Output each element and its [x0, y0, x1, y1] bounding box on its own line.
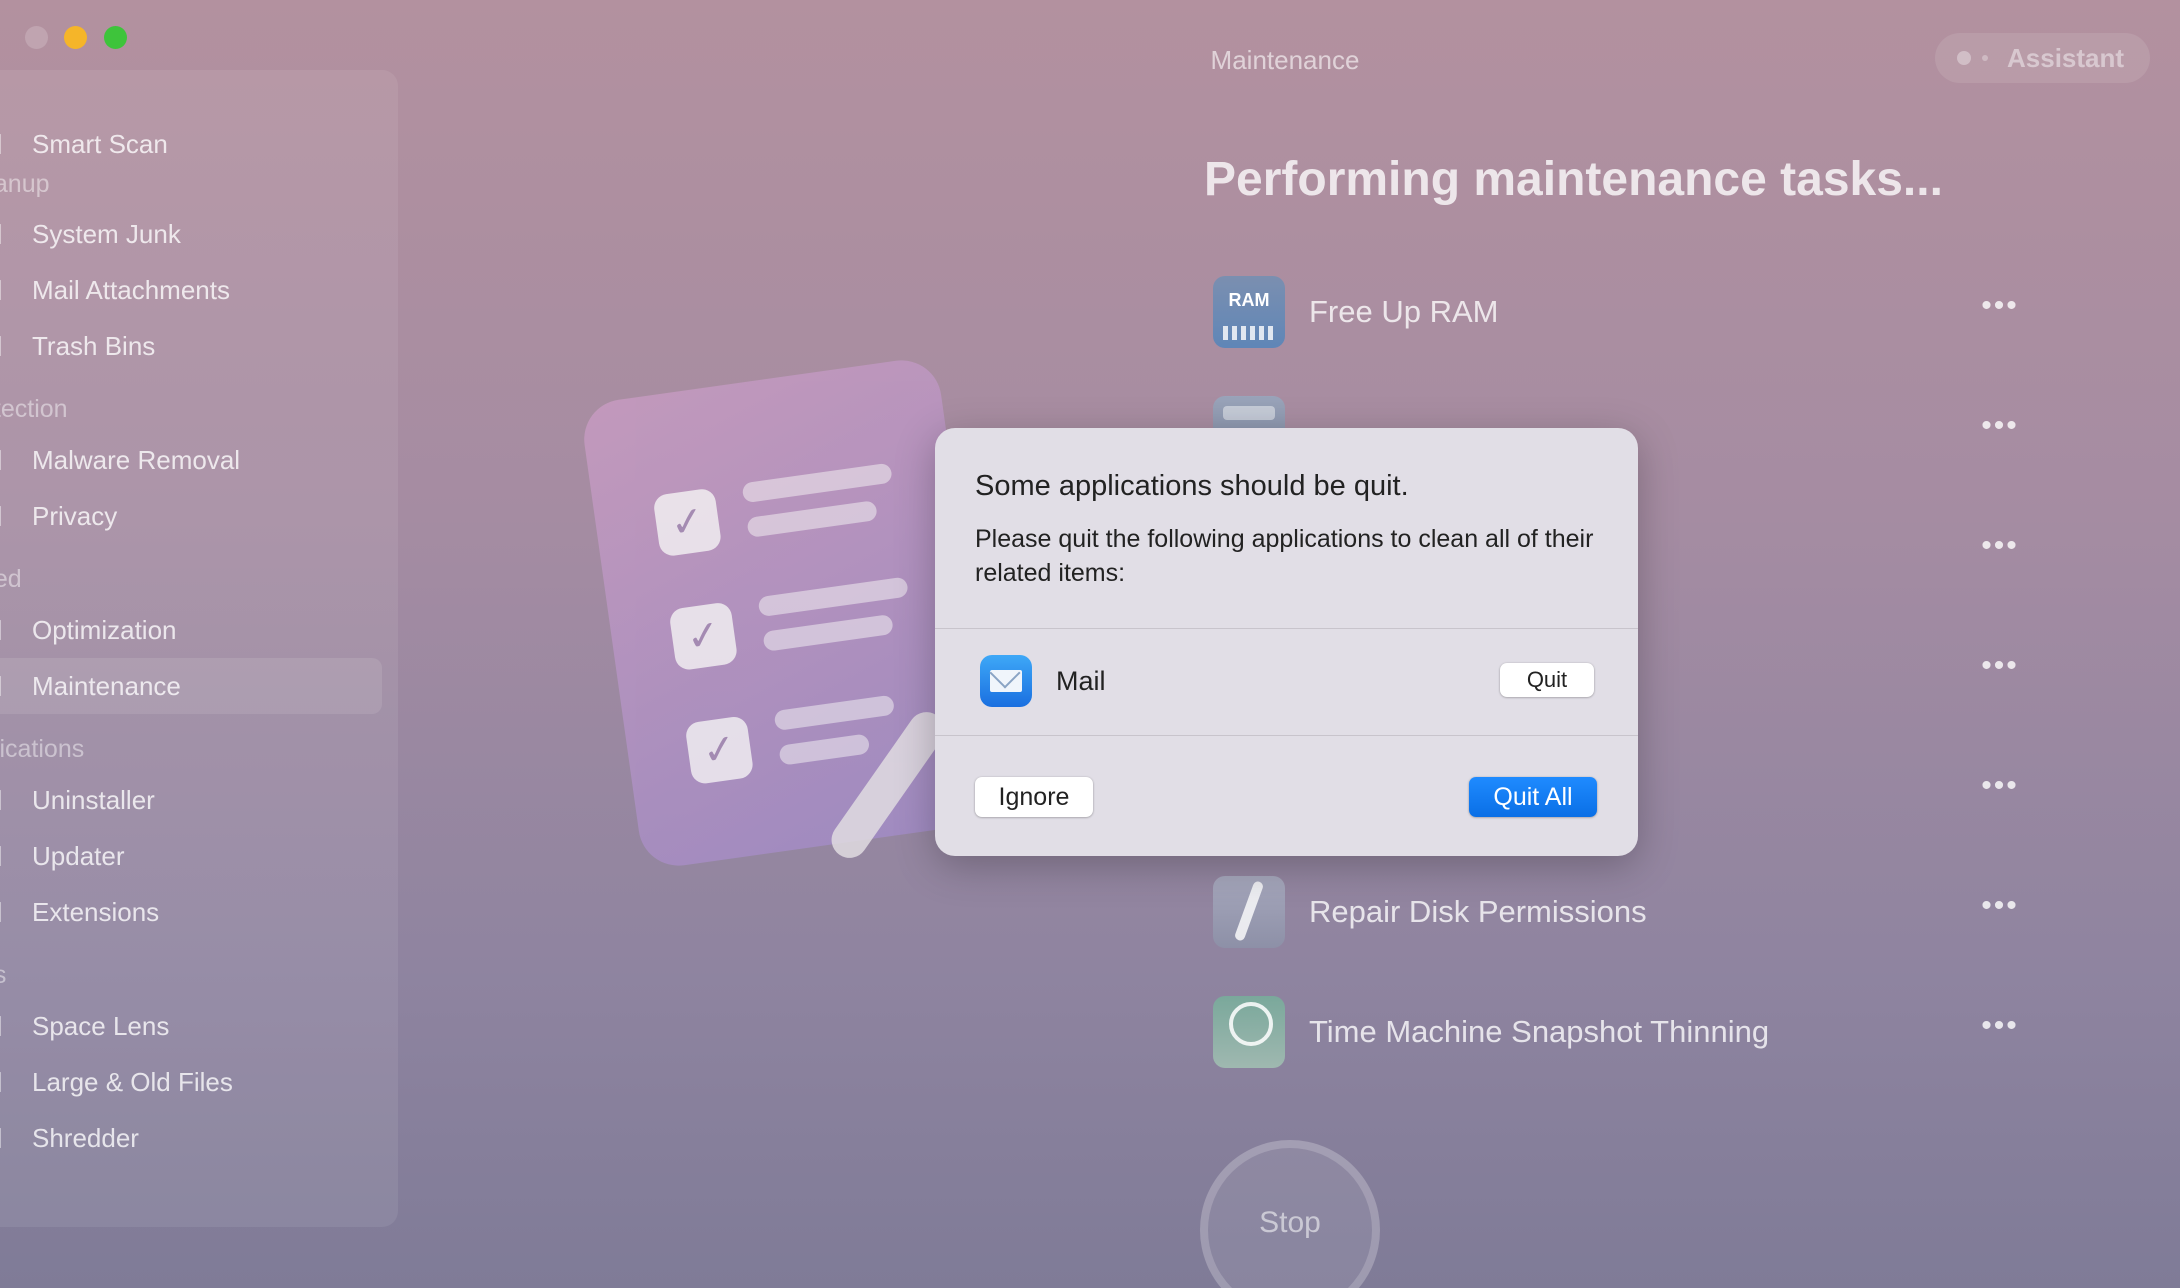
checkmark-icon: ✓ — [668, 601, 739, 672]
task-row-free-up-ram: RAM Free Up RAM ••• — [1205, 272, 2025, 352]
mail-icon — [980, 655, 1032, 707]
sidebar-item-system-junk[interactable]: System Junk — [0, 206, 382, 262]
sidebar-item-mail-attachments[interactable]: Mail Attachments — [0, 262, 382, 318]
quit-all-button[interactable]: Quit All — [1469, 777, 1597, 817]
checkmark-icon: ✓ — [684, 715, 755, 786]
more-options-button[interactable]: ••• — [1975, 1006, 2025, 1046]
malware-icon — [0, 450, 15, 470]
ram-icon: RAM — [1213, 276, 1285, 348]
assistant-status-icon — [1957, 51, 1971, 65]
mail-attachments-icon — [0, 280, 15, 300]
stop-button[interactable]: Stop — [1200, 1140, 1380, 1288]
dialog-message: Please quit the following applications t… — [975, 525, 1594, 587]
checklist-line — [762, 613, 894, 652]
quit-apps-dialog: Some applications should be quit. Please… — [935, 428, 1638, 856]
checklist-line — [746, 500, 878, 538]
minimize-window-button[interactable] — [64, 26, 87, 49]
more-options-button[interactable]: ••• — [1975, 406, 2025, 446]
sidebar: Smart Scan eanup System Junk Mail Attach… — [0, 70, 398, 1227]
quit-app-button[interactable]: Quit — [1500, 663, 1594, 697]
app-window: Smart Scan eanup System Junk Mail Attach… — [0, 0, 2180, 1288]
assistant-dot-icon — [1982, 55, 1988, 61]
close-window-button[interactable] — [25, 26, 48, 49]
sidebar-item-space-lens[interactable]: Space Lens — [0, 998, 382, 1054]
extensions-icon — [0, 902, 15, 922]
sidebar-item-uninstaller[interactable]: Uninstaller — [0, 772, 382, 828]
app-name: Mail — [1056, 666, 1106, 696]
large-files-icon — [0, 1072, 15, 1092]
time-machine-icon — [1213, 996, 1285, 1068]
more-options-button[interactable]: ••• — [1975, 526, 2025, 566]
sidebar-item-updater[interactable]: Updater — [0, 828, 382, 884]
sidebar-item-optimization[interactable]: Optimization — [0, 602, 382, 658]
sidebar-section-speed: eed — [0, 565, 22, 593]
sidebar-item-shredder[interactable]: Shredder — [0, 1110, 382, 1166]
sidebar-item-smart-scan[interactable]: Smart Scan — [0, 116, 382, 172]
checklist-line — [741, 462, 893, 504]
smart-scan-icon — [0, 134, 15, 154]
more-options-button[interactable]: ••• — [1975, 766, 2025, 806]
more-options-button[interactable]: ••• — [1975, 286, 2025, 326]
sidebar-section-cleanup: eanup — [0, 170, 50, 198]
task-row-time-machine: Time Machine Snapshot Thinning ••• — [1205, 992, 2025, 1072]
sidebar-item-malware-removal[interactable]: Malware Removal — [0, 432, 382, 488]
sidebar-section-files: es — [0, 961, 7, 989]
sidebar-section-applications: plications — [0, 735, 85, 763]
app-row-mail: Mail Quit — [935, 628, 1638, 735]
window-title: Maintenance — [1210, 45, 1360, 75]
task-row-repair-disk-permissions: Repair Disk Permissions ••• — [1205, 872, 2025, 952]
checklist-line — [757, 576, 909, 618]
wrench-disk-icon — [1213, 876, 1285, 948]
more-options-button[interactable]: ••• — [1975, 646, 2025, 686]
sidebar-item-extensions[interactable]: Extensions — [0, 884, 382, 940]
dialog-title: Some applications should be quit. — [975, 470, 1409, 502]
sidebar-item-large-old-files[interactable]: Large & Old Files — [0, 1054, 382, 1110]
space-lens-icon — [0, 1016, 15, 1036]
sidebar-item-privacy[interactable]: Privacy — [0, 488, 382, 544]
checklist-line — [773, 694, 896, 732]
sidebar-item-trash-bins[interactable]: Trash Bins — [0, 318, 382, 374]
maintenance-icon — [0, 676, 15, 696]
maximize-window-button[interactable] — [104, 26, 127, 49]
privacy-icon — [0, 506, 15, 526]
optimization-icon — [0, 620, 15, 640]
sidebar-item-maintenance[interactable]: Maintenance — [0, 658, 382, 714]
ignore-button[interactable]: Ignore — [975, 777, 1093, 817]
uninstaller-icon — [0, 790, 15, 810]
page-heading: Performing maintenance tasks... — [1204, 153, 1943, 206]
updater-icon — [0, 846, 15, 866]
checklist-line — [778, 733, 871, 766]
shredder-icon — [0, 1128, 15, 1148]
checkmark-icon: ✓ — [652, 487, 723, 558]
sidebar-section-protection: otection — [0, 395, 68, 423]
assistant-button[interactable]: Assistant — [1935, 33, 2150, 83]
system-junk-icon — [0, 224, 15, 244]
trash-icon — [0, 336, 15, 356]
divider — [935, 735, 1638, 736]
more-options-button[interactable]: ••• — [1975, 886, 2025, 926]
